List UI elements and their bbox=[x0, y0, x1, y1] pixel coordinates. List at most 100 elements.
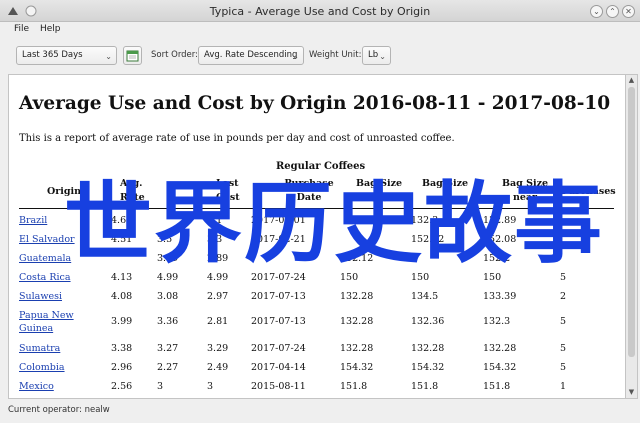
last-cost: 2.97 bbox=[207, 291, 229, 302]
origin-link[interactable]: Mexico bbox=[19, 380, 54, 393]
header-avg-rate-line2: Rate bbox=[120, 192, 145, 203]
origin-link-line2: Guinea bbox=[19, 323, 54, 334]
sort-order-label: Sort Order: bbox=[151, 50, 198, 60]
header-rule bbox=[19, 208, 614, 209]
status-bar: Current operator: nealw bbox=[0, 401, 640, 423]
origin-link[interactable]: El Salvador bbox=[19, 233, 75, 246]
vertical-scrollbar[interactable]: ▲ ▼ bbox=[626, 74, 638, 399]
chevron-down-icon: ⌄ bbox=[292, 52, 299, 61]
cost-a: 3.5 bbox=[157, 234, 173, 245]
bag-size-a: 132.28 bbox=[340, 291, 374, 302]
maximize-icon[interactable]: ⌃ bbox=[606, 5, 619, 18]
cost-a: 3.27 bbox=[157, 343, 179, 354]
scroll-thumb[interactable] bbox=[628, 87, 635, 357]
sort-order-value: Avg. Rate Descending bbox=[204, 50, 298, 60]
purchase-date: 2017-07-13 bbox=[251, 316, 306, 327]
header-purchases: Purchases bbox=[561, 186, 616, 197]
last-cost: 3.29 bbox=[207, 343, 229, 354]
calendar-icon bbox=[126, 50, 139, 62]
cost-a: 3 bbox=[157, 381, 164, 392]
menu-help[interactable]: Help bbox=[40, 24, 61, 34]
report-title: Average Use and Cost by Origin 2016-08-1… bbox=[19, 93, 611, 114]
last-cost: 3.1 bbox=[207, 215, 223, 226]
last-cost: 3.3 bbox=[207, 234, 223, 245]
purchase-date: 2017-02-21 bbox=[251, 234, 306, 245]
report-view[interactable]: Average Use and Cost by Origin 2016-08-1… bbox=[8, 74, 626, 399]
purchase-date: 2017-04-14 bbox=[251, 362, 306, 373]
avg-rate: 4.67 bbox=[111, 215, 133, 226]
bag-size-a: 132.28 bbox=[340, 343, 374, 354]
date-range-select[interactable]: Last 365 Days ⌄ bbox=[16, 46, 117, 65]
header-bag-size-c-line2: near bbox=[512, 192, 538, 203]
origin-link[interactable]: Sumatra bbox=[19, 342, 60, 355]
bag-size-b: 150 bbox=[411, 272, 430, 283]
header-last-cost: Last Cost bbox=[216, 177, 240, 205]
header-avg-rate: Avg. Rate bbox=[120, 177, 145, 205]
bag-size-c: 150 bbox=[483, 272, 502, 283]
origin-link[interactable]: Colombia bbox=[19, 361, 65, 374]
origin-link[interactable]: Sulawesi bbox=[19, 290, 62, 303]
header-purchase-date-line1: Purchase bbox=[284, 178, 334, 189]
weight-unit-label: Weight Unit: bbox=[309, 50, 362, 60]
header-purchase-date-line2: Date bbox=[296, 192, 322, 203]
window-title: Typica - Average Use and Cost by Origin bbox=[209, 5, 431, 18]
origin-link-line1: Papua New bbox=[19, 310, 74, 321]
chevron-down-icon: ⌄ bbox=[105, 52, 112, 61]
header-origin: Origin bbox=[47, 186, 82, 197]
minimize-icon[interactable]: ⌄ bbox=[590, 5, 603, 18]
origin-link[interactable]: Brazil bbox=[19, 214, 47, 227]
bag-size-b: 132.28 bbox=[411, 343, 445, 354]
cost-a: 3.36 bbox=[157, 316, 179, 327]
toolbar: Last 365 Days ⌄ Sort Order: Avg. Rate De… bbox=[0, 40, 640, 70]
cost-a: 2.27 bbox=[157, 362, 179, 373]
origin-link[interactable]: Costa Rica bbox=[19, 271, 71, 284]
bag-size-c: 151.8 bbox=[483, 381, 511, 392]
section-heading: Regular Coffees bbox=[276, 161, 366, 172]
purchases-count: 1 bbox=[560, 381, 567, 392]
last-cost: 2.89 bbox=[207, 253, 229, 264]
cost-a: 4.99 bbox=[157, 272, 179, 283]
bag-size-c: 154.32 bbox=[483, 362, 517, 373]
bag-size-c: 133.39 bbox=[483, 291, 517, 302]
avg-rate: 4.51 bbox=[111, 234, 133, 245]
bag-size-c: 132.3 bbox=[483, 316, 511, 327]
origin-link[interactable]: Guatemala bbox=[19, 252, 71, 265]
last-cost: 3 bbox=[207, 381, 214, 392]
header-purchase-date: Purchase Date bbox=[279, 177, 339, 205]
bag-size-b: 134.5 bbox=[411, 291, 439, 302]
status-text: Current operator: nealw bbox=[8, 405, 110, 415]
last-cost: 2.49 bbox=[207, 362, 229, 373]
bag-size-b: 132.3 bbox=[411, 215, 439, 226]
purchase-date: 2017-07-01 bbox=[251, 215, 306, 226]
title-bar: Typica - Average Use and Cost by Origin … bbox=[0, 0, 640, 22]
calendar-button[interactable] bbox=[123, 46, 142, 65]
avg-rate: 3.99 bbox=[111, 316, 133, 327]
header-bag-size-c: Bag Size near bbox=[499, 177, 551, 205]
header-bag-size-a-line1: Bag Size bbox=[355, 178, 403, 189]
bag-size-b: 152.62 bbox=[411, 234, 445, 245]
header-last-cost-line2: Cost bbox=[216, 192, 240, 203]
close-icon[interactable]: ✕ bbox=[622, 5, 635, 18]
header-bag-size-c-line1: Bag Size bbox=[501, 178, 549, 189]
scroll-up-icon[interactable]: ▲ bbox=[626, 75, 637, 86]
avg-rate: 4.08 bbox=[111, 291, 133, 302]
scroll-down-icon[interactable]: ▼ bbox=[626, 387, 637, 398]
sort-order-select[interactable]: Avg. Rate Descending ⌄ bbox=[198, 46, 304, 65]
menu-bar: File Help bbox=[0, 22, 640, 38]
purchases-count: 5 bbox=[560, 316, 567, 327]
purchase-date: 2017-07-24 bbox=[251, 343, 306, 354]
bag-size-b: 132.36 bbox=[411, 316, 445, 327]
purchases-count: 5 bbox=[560, 362, 567, 373]
menu-file[interactable]: File bbox=[14, 24, 29, 34]
weight-unit-select[interactable]: Lb ⌄ bbox=[362, 46, 391, 65]
header-bag-size-a: Bag Size (lb) bbox=[353, 177, 405, 205]
avg-rate: 2.56 bbox=[111, 381, 133, 392]
origin-link[interactable]: Papua New Guinea bbox=[19, 309, 74, 335]
bag-size-c: 152.08 bbox=[483, 234, 517, 245]
bag-size-c: 152.2 bbox=[483, 253, 511, 264]
bag-size-a: 154.32 bbox=[340, 362, 374, 373]
purchases-count: 5 bbox=[560, 343, 567, 354]
purchase-date: 2015-08-11 bbox=[251, 381, 306, 392]
chevron-down-icon: ⌄ bbox=[379, 52, 386, 61]
header-bag-size-a-line2: (lb) bbox=[369, 192, 389, 203]
